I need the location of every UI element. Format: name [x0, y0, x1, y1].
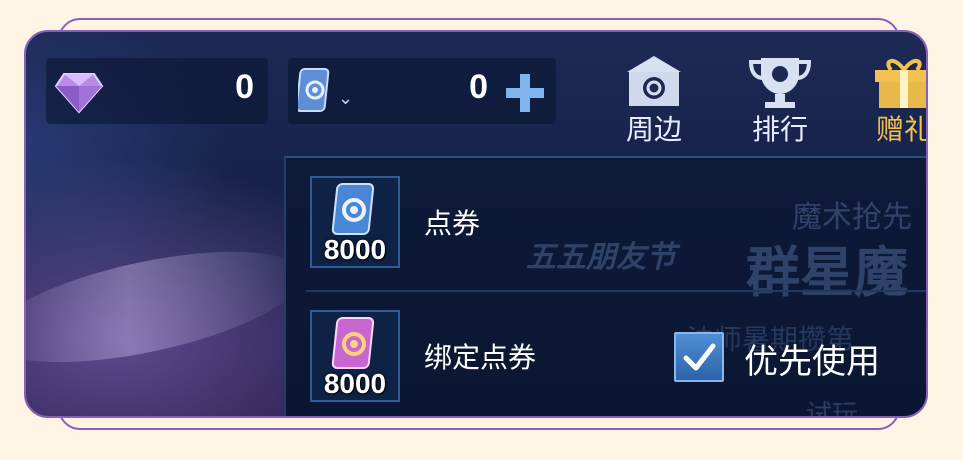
diamond-icon	[54, 73, 104, 114]
game-screen: 0 ⌄ 0 周边 排行 赠礼 魔术抢先 五五朋友节 群星魔 法师暑期攒第 试玩 …	[24, 30, 928, 418]
row-divider	[306, 290, 926, 292]
trophy-icon	[748, 58, 812, 108]
gift-icon	[875, 59, 926, 108]
blue-coupon-icon: 8000	[310, 176, 400, 268]
nav-label-ranking: 排行	[751, 113, 808, 146]
nav-gift[interactable]: 赠礼	[864, 50, 926, 146]
banner-text-title: 群星魔	[746, 241, 908, 304]
coupon-icon[interactable]	[298, 66, 332, 114]
coupon-currency-bar: ⌄ 0	[288, 58, 556, 124]
currency-dropdown-panel: 魔术抢先 五五朋友节 群星魔 法师暑期攒第 试玩 8000 点券 8000 绑定…	[284, 156, 926, 418]
coupon-count: 0	[469, 68, 488, 106]
banner-text-festival: 五五朋友节	[526, 240, 676, 275]
diamond-count: 0	[235, 68, 254, 106]
banner-text-trial: 试玩	[806, 400, 859, 418]
priority-use-toggle[interactable]: 优先使用	[674, 328, 914, 388]
pink-bound-coupon-icon: 8000	[310, 310, 400, 402]
chevron-down-icon[interactable]: ⌄	[338, 88, 353, 109]
priority-use-label: 优先使用	[744, 342, 880, 382]
nav-label-merch: 周边	[625, 113, 682, 146]
diamond-currency-bar: 0	[46, 58, 268, 124]
coupon-amount: 8000	[323, 234, 387, 265]
background-streak	[26, 229, 312, 385]
checkmark-icon	[683, 343, 716, 371]
nav-ranking[interactable]: 排行	[740, 50, 820, 146]
bound-coupon-amount: 8000	[323, 368, 387, 399]
add-coupon-button[interactable]	[502, 70, 548, 116]
shop-icon	[627, 56, 681, 106]
nav-merch[interactable]: 周边	[614, 50, 694, 146]
coupon-label: 点券	[424, 207, 481, 240]
nav-label-gift: 赠礼	[875, 113, 928, 146]
bound-coupon-label: 绑定点券	[424, 341, 537, 374]
priority-use-checkbox[interactable]	[674, 332, 724, 382]
